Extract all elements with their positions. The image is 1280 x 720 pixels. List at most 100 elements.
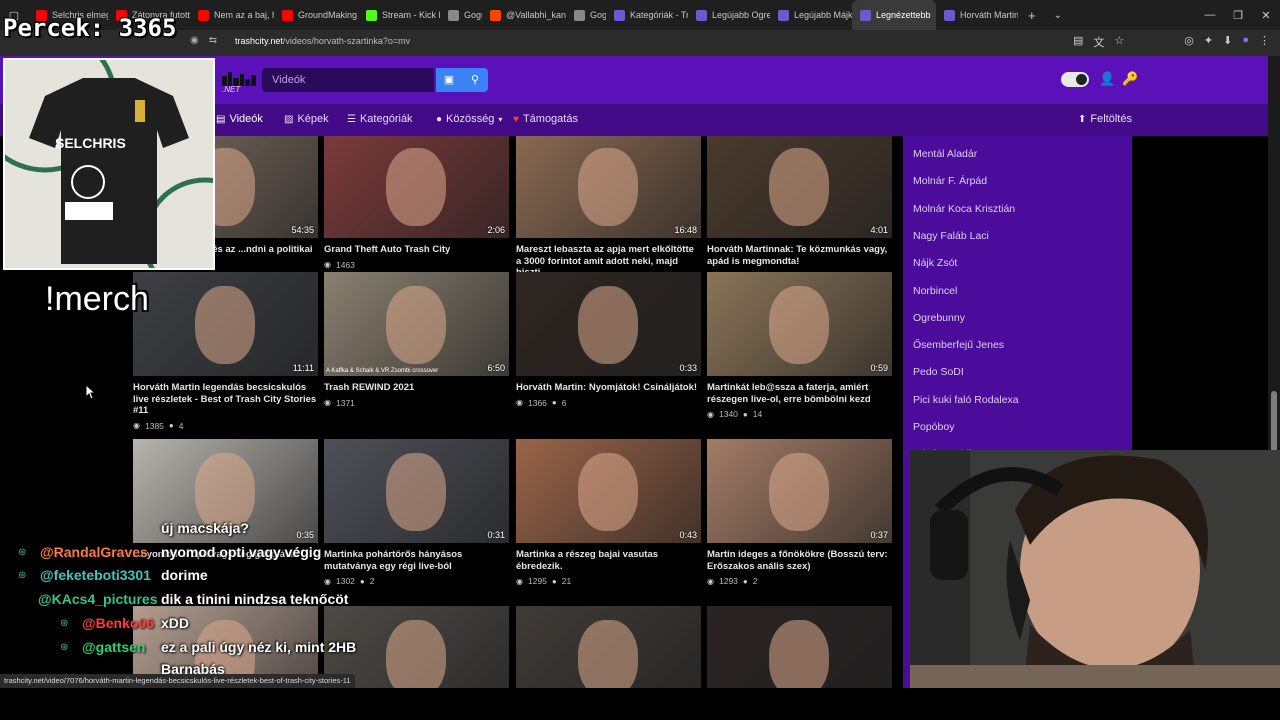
video-thumbnail[interactable]: 0:37 <box>707 439 892 543</box>
shield-icon[interactable]: ◉ <box>190 35 199 46</box>
nav-upload[interactable]: ⬆ Feltöltés <box>1078 113 1132 125</box>
eye-icon: ◉ <box>324 398 331 407</box>
browser-tab[interactable]: Gogu <box>440 0 482 30</box>
sidebar-category-item[interactable]: Pedo SoDI <box>913 366 964 378</box>
video-thumbnail[interactable] <box>707 606 892 688</box>
browser-tab[interactable]: Legújabb Májk <box>770 0 852 30</box>
browser-tab[interactable]: Legújabb Ogre <box>688 0 770 30</box>
nav-community[interactable]: ● Közösség ▾ <box>436 113 502 125</box>
video-title[interactable]: Trash REWIND 2021 <box>324 382 509 394</box>
sidebar-category-item[interactable]: Molnár Koca Krisztián <box>913 203 1015 215</box>
chat-message: dik a tinini nindzsa teknőcöt <box>161 591 349 607</box>
video-title[interactable]: Martin ideges a főnökökre (Bosszú terv: … <box>707 549 892 572</box>
url-field[interactable]: trashcity.net/videos/horvath-szartinka?o… <box>235 36 410 46</box>
browser-tab[interactable]: Horváth Martin <box>936 0 1018 30</box>
search-icon[interactable]: ⚲ <box>462 68 488 92</box>
browser-tab[interactable]: @Vallabhi_kant <box>482 0 566 30</box>
chat-username[interactable]: @KAcs4_pictures <box>38 591 157 607</box>
sidebar-category-item[interactable]: Nagy Faláb Laci <box>913 230 989 242</box>
tab-list-icon[interactable]: ⌄ <box>1046 10 1070 21</box>
video-thumbnail[interactable]: 16:48 <box>516 136 701 238</box>
profile-icon[interactable]: ● <box>1242 34 1249 50</box>
tab-title: Horváth Martin <box>960 10 1018 20</box>
minimize-icon[interactable]: — <box>1196 9 1224 21</box>
chat-username[interactable]: @gattsen <box>82 639 145 655</box>
video-card[interactable]: 0:43 Martinka a részeg bajai vasutas ébre… <box>516 439 701 586</box>
extensions-icon[interactable]: ✦ <box>1204 34 1213 50</box>
url-host: trashcity.net <box>235 36 283 46</box>
translate-icon[interactable]: 文 <box>1093 34 1104 50</box>
search-input[interactable]: Videók <box>262 68 434 92</box>
video-title[interactable]: Horváth Martin: Nyomjátok! Csináljátok! <box>516 382 701 394</box>
downloads-icon[interactable]: ⬇ <box>1223 34 1232 50</box>
nav-support[interactable]: ♥ Támogatás <box>513 113 578 125</box>
video-title[interactable]: Horváth Martin legendás becsicskulós liv… <box>133 382 318 417</box>
browser-tab[interactable]: Stream - Kick D <box>358 0 440 30</box>
video-filter-icon[interactable]: ▣ <box>436 68 462 92</box>
video-card[interactable]: A Kaffka & Schalk & VR Zsombi crossover 6… <box>324 272 509 408</box>
browser-tab[interactable]: Gogu <box>566 0 606 30</box>
video-title[interactable]: Martinka a részeg bajai vasutas ébredezi… <box>516 549 701 572</box>
video-title[interactable]: Grand Theft Auto Trash City <box>324 244 509 256</box>
account-icon[interactable]: ◎ <box>1184 34 1194 50</box>
browser-tab[interactable]: Legnézettebb✕ <box>852 0 936 30</box>
nav-videos[interactable]: ▤ Videók <box>216 113 263 125</box>
sidebar-category-item[interactable]: Ogrebunny <box>913 312 965 324</box>
video-card[interactable]: 0:37 Martin ideges a főnökökre (Bosszú te… <box>707 439 892 586</box>
site-settings-icon[interactable]: ⇆ <box>209 35 217 46</box>
video-thumbnail[interactable] <box>516 606 701 688</box>
video-card[interactable] <box>707 606 892 688</box>
video-card[interactable]: 0:33 Horváth Martin: Nyomjátok! Csinálját… <box>516 272 701 408</box>
video-thumbnail[interactable]: 2:06 <box>324 136 509 238</box>
address-left-icons: ◉ ⇆ <box>190 35 217 46</box>
favicon-icon <box>696 9 707 21</box>
close-window-icon[interactable]: ✕ <box>1252 9 1280 22</box>
image-icon: ▨ <box>284 113 294 125</box>
nav-images[interactable]: ▨ Képek <box>284 113 329 125</box>
nav-support-label: Támogatás <box>522 113 578 125</box>
sidebar-category-item[interactable]: Norbincel <box>913 285 957 297</box>
sidebar-category-item[interactable]: Ősemberfejű Jenes <box>913 339 1004 351</box>
video-thumbnail[interactable]: 4:01 <box>707 136 892 238</box>
chat-username[interactable]: @Benko06 <box>82 615 154 631</box>
sidebar-category-item[interactable]: Popóboy <box>913 421 954 433</box>
video-card[interactable]: 2:06 Grand Theft Auto Trash City ◉ 1463 <box>324 136 509 270</box>
video-card[interactable]: 0:59 Martinkát leb@ssza a faterja, amiért… <box>707 272 892 419</box>
new-tab-button[interactable]: + <box>1018 8 1046 23</box>
reader-mode-icon[interactable]: ▤ <box>1073 34 1083 50</box>
browser-tab[interactable]: Nem az a baj, h <box>190 0 274 30</box>
dark-mode-toggle[interactable] <box>1061 72 1089 87</box>
video-thumbnail[interactable]: 0:43 <box>516 439 701 543</box>
comment-count: 21 <box>561 576 572 586</box>
webcam-overlay <box>910 450 1280 720</box>
video-meta: ◉ 1371 <box>324 398 509 408</box>
browser-tab[interactable]: Kategóriák - Tr <box>606 0 688 30</box>
nav-categories[interactable]: ☰ Kategóriák <box>347 113 413 125</box>
sidebar-category-item[interactable]: Molnár F. Árpád <box>913 175 987 187</box>
register-user-icon[interactable]: 👤 <box>1099 71 1115 87</box>
video-thumbnail[interactable]: A Kaffka & Schalk & VR Zsombi crossover 6… <box>324 272 509 376</box>
thumbnail-face <box>769 286 829 364</box>
browser-tab[interactable]: GroundMaking <box>274 0 358 30</box>
menu-icon[interactable]: ⋮ <box>1259 34 1270 50</box>
nav-images-label: Képek <box>297 113 329 125</box>
video-thumbnail[interactable]: 0:59 <box>707 272 892 376</box>
chat-username[interactable]: @RandalGraves <box>40 544 148 560</box>
site-logo[interactable]: .NET <box>222 70 256 94</box>
video-card[interactable] <box>516 606 701 688</box>
video-card[interactable]: 4:01 Horváth Martinnak: Te közmunkás vagy… <box>707 136 892 281</box>
city-skyline-icon <box>222 72 256 86</box>
maximize-icon[interactable]: ❐ <box>1224 9 1252 22</box>
login-key-icon[interactable]: 🔑 <box>1122 71 1138 87</box>
bookmark-star-icon[interactable]: ☆ <box>1114 34 1124 50</box>
video-thumbnail[interactable]: 11:11 <box>133 272 318 376</box>
sidebar-category-item[interactable]: Pici kuki faló Rodalexa <box>913 394 1019 406</box>
sidebar-category-item[interactable]: Mentál Aladár <box>913 148 977 160</box>
chat-username[interactable]: @feketeboti3301 <box>40 567 151 583</box>
video-thumbnail[interactable]: 0:33 <box>516 272 701 376</box>
video-title[interactable]: Horváth Martinnak: Te közmunkás vagy, ap… <box>707 244 892 267</box>
video-card[interactable]: 16:48 Mareszt lebaszta az apja mert elkől… <box>516 136 701 293</box>
sidebar-category-item[interactable]: Nájk Zsót <box>913 257 957 269</box>
video-card[interactable]: 11:11 Horváth Martin legendás becsicskuló… <box>133 272 318 431</box>
video-title[interactable]: Martinkát leb@ssza a faterja, amiért rés… <box>707 382 892 405</box>
